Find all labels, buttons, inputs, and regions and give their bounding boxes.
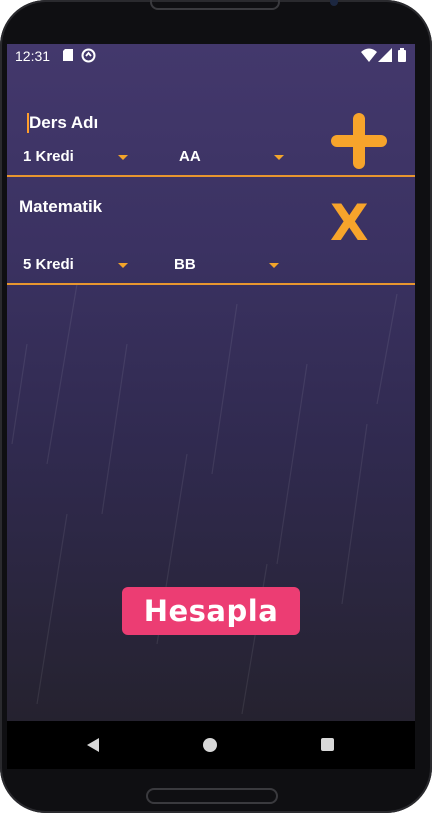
- sync-icon: [81, 48, 96, 63]
- credit-value: 5 Kredi: [23, 256, 74, 273]
- app-screen: 12:31 1 Kredi: [7, 44, 415, 721]
- bottom-speaker: [146, 788, 278, 804]
- top-speaker: [150, 0, 280, 10]
- navigation-bar: [7, 721, 415, 769]
- grade-value: BB: [174, 256, 196, 273]
- dropdown-arrow-icon: [118, 263, 128, 268]
- signal-icon: [378, 48, 392, 62]
- dropdown-arrow-icon: [269, 263, 279, 268]
- grade-dropdown[interactable]: AA: [179, 143, 289, 171]
- credit-dropdown[interactable]: 1 Kredi: [23, 143, 133, 171]
- dropdown-arrow-icon: [118, 155, 128, 160]
- phone-frame: 12:31 1 Kredi: [0, 0, 432, 813]
- grade-dropdown[interactable]: BB: [174, 251, 284, 279]
- plus-icon[interactable]: [329, 111, 389, 171]
- recents-icon[interactable]: [321, 738, 334, 751]
- course-row: 1 Kredi AA: [7, 67, 415, 177]
- wifi-icon: [361, 48, 377, 62]
- x-icon[interactable]: X: [330, 198, 370, 248]
- home-icon[interactable]: [203, 738, 217, 752]
- status-bar: 12:31: [7, 44, 415, 68]
- dropdown-arrow-icon: [274, 155, 284, 160]
- text-cursor: [27, 113, 29, 133]
- grade-value: AA: [179, 148, 201, 165]
- sd-card-icon: [63, 49, 73, 61]
- credit-dropdown[interactable]: 5 Kredi: [23, 251, 133, 279]
- status-time: 12:31: [15, 48, 51, 64]
- course-name-input[interactable]: Matematik: [19, 197, 102, 217]
- course-name-input[interactable]: [27, 105, 281, 141]
- battery-icon: [398, 48, 406, 62]
- front-camera: [330, 0, 338, 6]
- back-icon[interactable]: [87, 738, 99, 752]
- credit-value: 1 Kredi: [23, 148, 74, 165]
- calculate-button[interactable]: Hesapla: [122, 587, 300, 635]
